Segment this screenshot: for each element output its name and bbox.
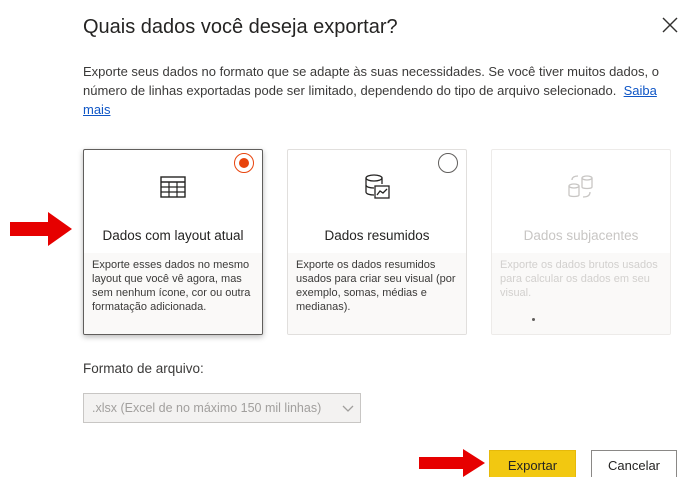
option-title: Dados subjacentes <box>523 228 639 243</box>
summarized-data-icon <box>365 174 390 199</box>
radio-current-layout[interactable] <box>234 153 254 173</box>
option-card-current-layout[interactable]: Dados com layout atual Exporte esses dad… <box>83 149 263 335</box>
annotation-arrow-icon <box>10 212 72 246</box>
annotation-arrow-icon <box>419 449 485 477</box>
option-card-summarized[interactable]: Dados resumidos Exporte os dados resumid… <box>287 149 467 335</box>
option-description: Exporte os dados resumidos usados para c… <box>288 253 466 334</box>
chevron-down-icon <box>342 405 354 412</box>
option-card-underlying: Dados subjacentes Exporte os dados bruto… <box>491 149 671 335</box>
decorative-dot <box>532 318 535 321</box>
option-title: Dados com layout atual <box>102 228 244 243</box>
table-icon <box>160 176 186 198</box>
radio-summarized[interactable] <box>438 153 458 173</box>
option-title: Dados resumidos <box>324 228 430 243</box>
file-format-value: .xlsx (Excel de no máximo 150 mil linhas… <box>92 401 322 415</box>
cancel-button[interactable]: Cancelar <box>591 450 677 477</box>
dialog-description: Exporte seus dados no formato que se ada… <box>83 62 675 119</box>
close-icon[interactable] <box>659 14 681 36</box>
format-label: Formato de arquivo: <box>83 361 204 376</box>
export-button[interactable]: Exportar <box>489 450 576 477</box>
underlying-data-icon <box>568 175 593 198</box>
option-description: Exporte esses dados no mesmo layout que … <box>84 253 262 334</box>
file-format-dropdown[interactable]: .xlsx (Excel de no máximo 150 mil linhas… <box>83 393 361 423</box>
description-text: Exporte seus dados no formato que se ada… <box>83 64 659 98</box>
dialog-title: Quais dados você deseja exportar? <box>83 16 398 38</box>
option-description: Exporte os dados brutos usados para calc… <box>492 253 670 334</box>
